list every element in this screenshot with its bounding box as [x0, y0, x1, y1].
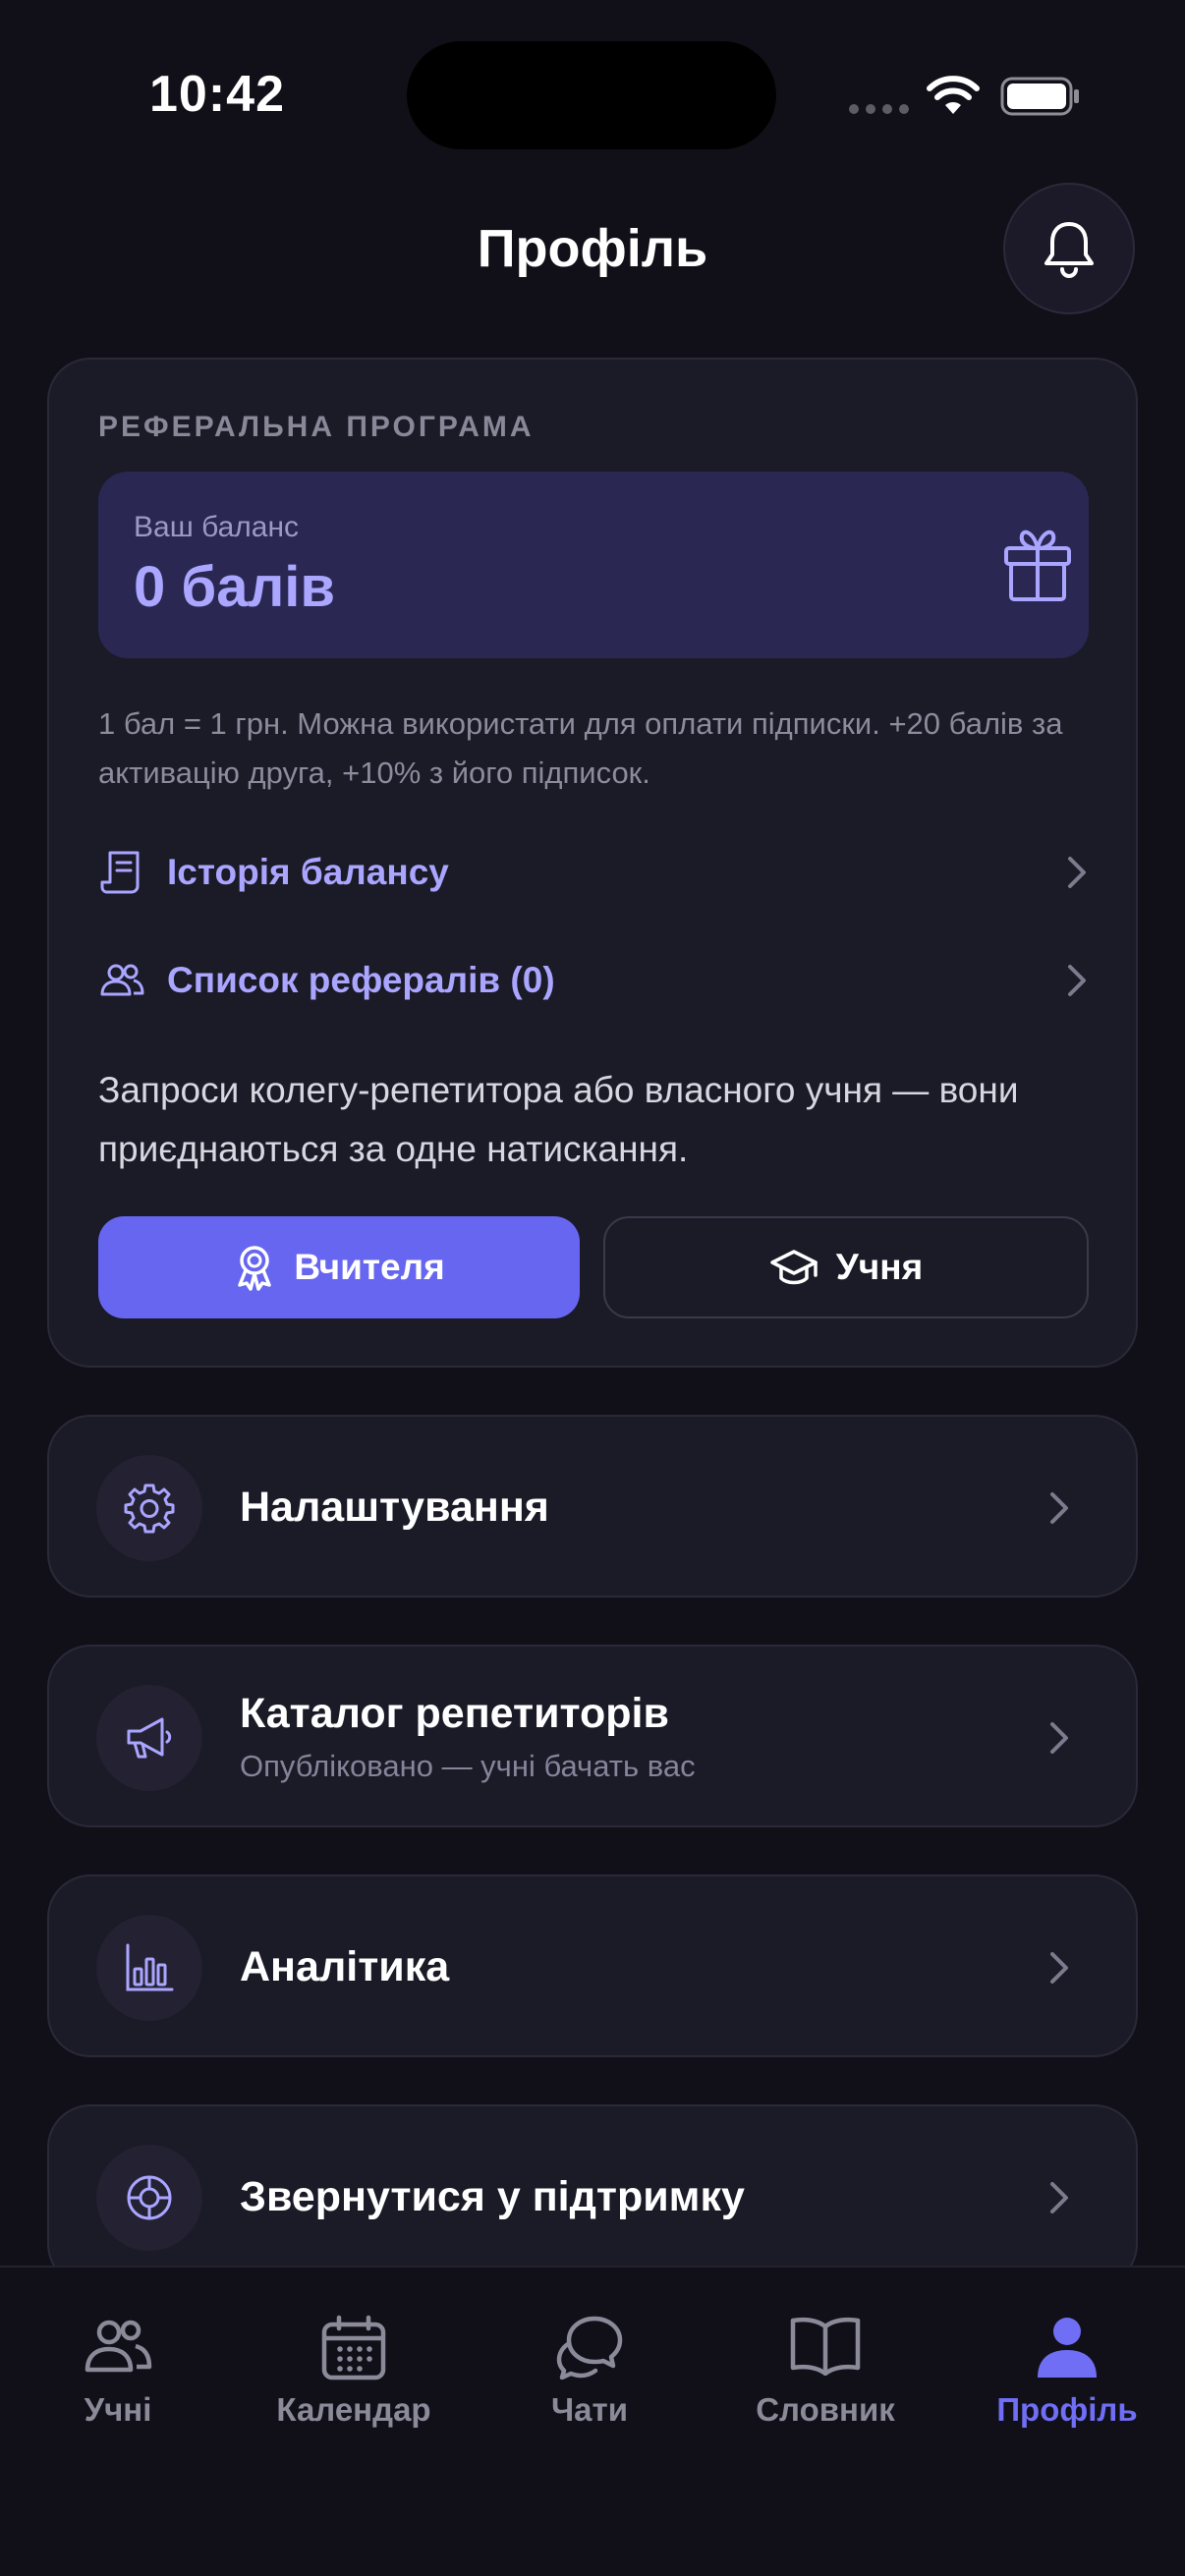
support-item[interactable]: Звернутися у підтримку [47, 2104, 1138, 2287]
referral-card: РЕФЕРАЛЬНА ПРОГРАМА Ваш баланс 0 балів 1… [47, 358, 1138, 1368]
gear-icon [124, 1484, 175, 1534]
invite-student-button[interactable]: Учня [603, 1216, 1089, 1318]
tab-students-label: Учні [84, 2391, 152, 2428]
catalog-icon-wrap [96, 1685, 202, 1791]
tab-dictionary[interactable]: Словник [707, 2268, 943, 2444]
person-icon [1038, 2318, 1097, 2378]
chevron-right-icon [1050, 2182, 1068, 2213]
award-icon [238, 1246, 272, 1291]
notifications-button[interactable] [1003, 183, 1135, 314]
book-icon [790, 2317, 861, 2376]
bar-chart-icon [126, 1943, 174, 1991]
balance-value: 0 балів [134, 555, 336, 619]
chevron-right-icon [1068, 857, 1086, 888]
tab-chats[interactable]: Чати [472, 2268, 707, 2444]
balance-history-link[interactable]: Історія балансу [98, 833, 1091, 912]
support-icon-wrap [96, 2145, 202, 2251]
tutor-catalog-title: Каталог репетиторів [240, 1690, 669, 1737]
wifi-icon [927, 76, 980, 114]
users-icon [100, 964, 144, 996]
chat-bubbles-icon [556, 2316, 623, 2380]
settings-title: Налаштування [240, 1484, 549, 1531]
gift-icon [1004, 530, 1071, 601]
invite-teacher-label: Вчителя [294, 1247, 445, 1287]
balance-caption: Ваш баланс [134, 511, 300, 543]
megaphone-icon [127, 1717, 172, 1759]
users-icon [85, 2320, 152, 2373]
receipt-icon [100, 851, 140, 894]
dynamic-island [407, 41, 776, 149]
analytics-title: Аналітика [240, 1943, 450, 1990]
lifebuoy-icon [127, 2175, 172, 2220]
tab-students[interactable]: Учні [0, 2268, 236, 2444]
settings-icon-wrap [96, 1455, 202, 1561]
profile-screen: 10:42 Профіль РЕФЕРАЛЬНА ПРОГРАМА Ваш ба… [0, 0, 1185, 2576]
referral-description: 1 бал = 1 грн. Можна використати для опл… [98, 706, 1063, 790]
tab-calendar-label: Календар [276, 2391, 431, 2428]
tab-calendar[interactable]: Календар [236, 2268, 472, 2444]
graduation-cap-icon [770, 1250, 818, 1285]
tutor-catalog-item[interactable]: Каталог репетиторів Опубліковано — учні … [47, 1645, 1138, 1827]
settings-item[interactable]: Налаштування [47, 1415, 1138, 1597]
chevron-right-icon [1050, 1722, 1068, 1754]
analytics-item[interactable]: Аналітика [47, 1875, 1138, 2057]
referral-section-label: РЕФЕРАЛЬНА ПРОГРАМА [98, 411, 535, 443]
tab-profile-label: Профіль [996, 2391, 1138, 2428]
status-time: 10:42 [149, 66, 285, 123]
chevron-right-icon [1050, 1952, 1068, 1984]
analytics-icon-wrap [96, 1915, 202, 2021]
invite-student-label: Учня [835, 1247, 924, 1287]
referrals-list-link[interactable]: Список рефералів (0) [98, 941, 1091, 1020]
tab-chats-label: Чати [551, 2391, 628, 2428]
bell-icon [1044, 222, 1094, 278]
balance-history-label: Історія балансу [167, 852, 449, 892]
invite-teacher-button[interactable]: Вчителя [98, 1216, 580, 1318]
signal-icon [849, 104, 909, 114]
support-title: Звернутися у підтримку [240, 2173, 745, 2220]
invite-text: Запроси колегу-репетитора або власного у… [98, 1070, 1019, 1169]
calendar-icon [321, 2315, 386, 2380]
tutor-catalog-status: Опубліковано — учні бачать вас [240, 1749, 696, 1783]
tab-bar: Учні Календар Чати Словник Профіль [0, 2266, 1185, 2576]
tab-profile[interactable]: Профіль [949, 2268, 1185, 2444]
balance-box: Ваш баланс 0 балів [98, 472, 1089, 658]
referrals-list-label: Список рефералів (0) [167, 960, 555, 1000]
battery-icon [1000, 77, 1079, 116]
tab-dictionary-label: Словник [756, 2391, 895, 2428]
chevron-right-icon [1050, 1492, 1068, 1524]
chevron-right-icon [1068, 965, 1086, 996]
